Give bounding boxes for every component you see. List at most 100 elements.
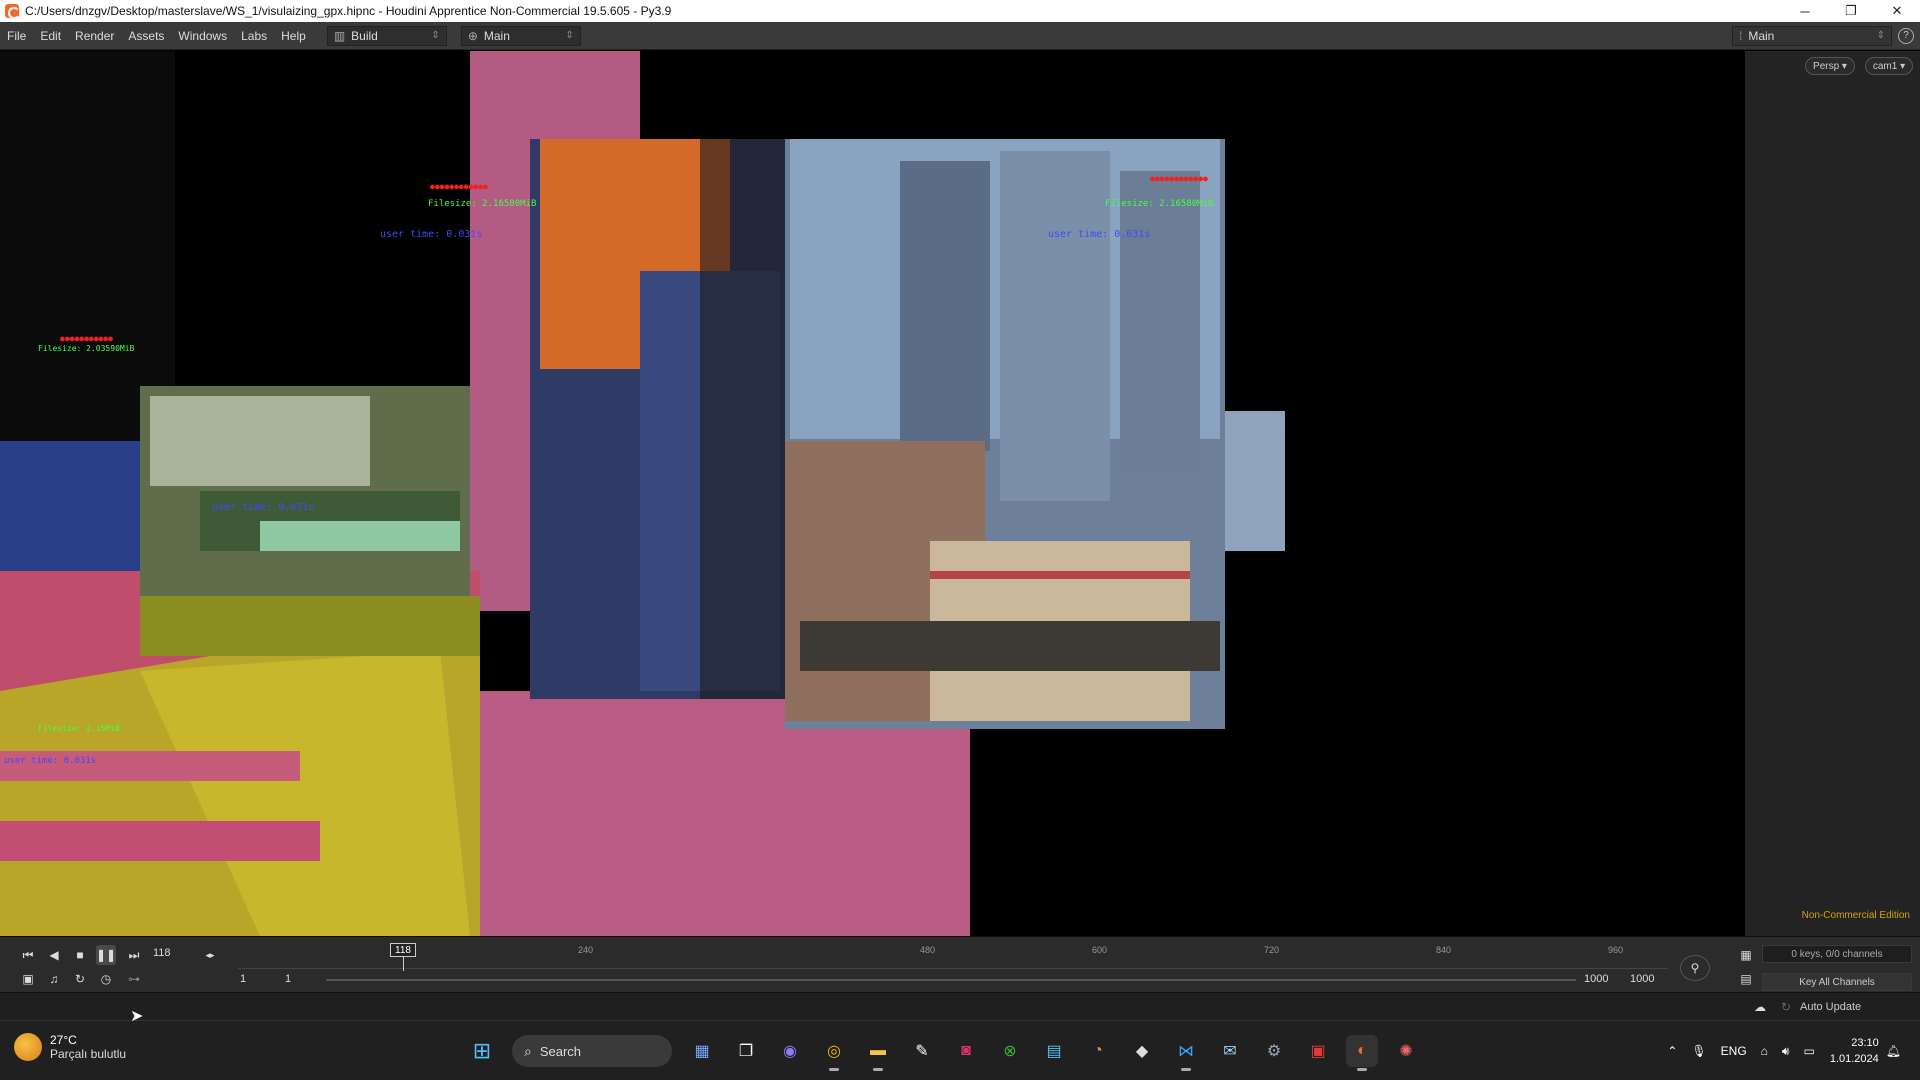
menu-help[interactable]: Help: [274, 29, 313, 43]
network-selector[interactable]: ⊕ Main ⇕: [460, 25, 581, 46]
weather-description: Parçalı bulutlu: [50, 1047, 127, 1061]
notification-bell-icon[interactable]: 🔔︎: [1886, 1044, 1901, 1058]
cam1-camera-button[interactable]: cam1 ▾: [1865, 57, 1913, 75]
tick-label: 840: [1436, 945, 1452, 955]
timeline-cursor[interactable]: 118: [390, 943, 416, 957]
task-view-icon[interactable]: ❐: [730, 1035, 762, 1067]
restore-button[interactable]: ❐: [1828, 0, 1874, 22]
menu-render[interactable]: Render: [68, 29, 121, 43]
tick-label: 480: [920, 945, 936, 955]
scene-viewport[interactable]: ●●●●●●●●●●●● ●●●●●●●●●●●● ●●●●●●●●●●● Fi…: [0, 51, 1745, 936]
svg-text:●●●●●●●●●●●●: ●●●●●●●●●●●●: [430, 182, 488, 191]
non-commercial-label: Non-Commercial Edition: [1801, 910, 1910, 921]
realtime-icon[interactable]: ▣: [18, 969, 38, 989]
xbox-icon[interactable]: ⊗: [994, 1035, 1026, 1067]
houdini-taskbar-icon[interactable]: ◐: [1346, 1035, 1378, 1071]
windows-start-icon[interactable]: ⊞: [466, 1035, 498, 1067]
network-icon[interactable]: ⌂: [1761, 1044, 1768, 1058]
overlay-user-time-left: user time: 0.031s: [212, 502, 315, 513]
range-start-field[interactable]: 1: [240, 973, 246, 985]
network-icon: ⊕: [467, 28, 478, 43]
desktop-selector[interactable]: ▥ Build ⇕: [326, 25, 447, 46]
widgets-icon[interactable]: ▦: [686, 1035, 718, 1067]
audio-icon[interactable]: ♫: [44, 969, 64, 989]
range-start-field-2[interactable]: 1: [285, 973, 291, 985]
range-slider[interactable]: [326, 979, 1576, 981]
settings-gear-icon[interactable]: ⚙: [1258, 1035, 1290, 1067]
inkscape-icon[interactable]: ✎: [906, 1035, 938, 1067]
pdf-reader-icon[interactable]: ▣: [1302, 1035, 1334, 1067]
viewport-render: ●●●●●●●●●●●● ●●●●●●●●●●●● ●●●●●●●●●●●: [0, 51, 1745, 936]
chevron-updown-icon: ⇕: [1876, 30, 1885, 41]
menu-assets[interactable]: Assets: [121, 29, 171, 43]
svg-text:●●●●●●●●●●●●: ●●●●●●●●●●●●: [1150, 174, 1208, 183]
timeline-ruler[interactable]: 240 480 600 720 840 960 118: [238, 943, 1668, 971]
key-icon[interactable]: ▤: [1736, 969, 1756, 989]
microphone-icon[interactable]: 🎙︎: [1691, 1044, 1706, 1058]
pause-icon[interactable]: ❚❚: [96, 945, 116, 965]
range-mode-icon[interactable]: ⊶: [124, 969, 144, 989]
houdini-app-icon: [5, 4, 20, 19]
minimize-button[interactable]: ─: [1782, 0, 1828, 22]
help-icon[interactable]: ?: [1898, 27, 1914, 44]
file-explorer-icon[interactable]: ▬: [862, 1035, 894, 1071]
clock-date: 1.01.2024: [1829, 1053, 1879, 1065]
step-prev-key-icon[interactable]: ◂▸: [200, 945, 220, 965]
language-indicator[interactable]: ENG: [1721, 1044, 1747, 1058]
tick-label: 720: [1264, 945, 1280, 955]
blender-icon[interactable]: ◔: [1082, 1035, 1114, 1067]
menu-edit[interactable]: Edit: [33, 29, 68, 43]
weather-sun-icon: [14, 1033, 42, 1061]
jump-to-end-icon[interactable]: ⏭: [124, 945, 144, 965]
menu-bar: File Edit Render Assets Windows Labs Hel…: [0, 22, 1920, 50]
search-icon: ⌕: [524, 1042, 532, 1059]
loop-icon[interactable]: ↻: [70, 969, 90, 989]
tick-label: 600: [1092, 945, 1108, 955]
channel-list-icon[interactable]: ▦: [1736, 945, 1756, 965]
notes-icon[interactable]: ▤: [1038, 1035, 1070, 1067]
windows-taskbar: 27°C Parçalı bulutlu ⊞ ⌕ Search ▦ ❐ ◉ ◎ …: [0, 1020, 1920, 1080]
clock-time: 23:10: [1851, 1037, 1879, 1049]
volume-icon[interactable]: 🔊︎: [1782, 1044, 1790, 1059]
davinci-icon[interactable]: ✺: [1390, 1035, 1422, 1067]
auto-update-button[interactable]: Auto Update: [1800, 998, 1910, 1016]
vscode-icon[interactable]: ⋈: [1170, 1035, 1202, 1071]
key-all-channels-button[interactable]: Key All Channels: [1762, 973, 1912, 991]
clock[interactable]: 23:10 1.01.2024: [1830, 1035, 1879, 1067]
teams-chat-icon[interactable]: ◉: [774, 1035, 806, 1067]
stop-icon[interactable]: ■: [70, 945, 90, 965]
menu-windows[interactable]: Windows: [171, 29, 234, 43]
range-end-field[interactable]: 1000: [1584, 973, 1608, 985]
chrome-icon[interactable]: ◎: [818, 1035, 850, 1071]
instagram-icon[interactable]: ◙: [950, 1035, 982, 1067]
overlay-filesize-center: Filesize: 2.16580MiB: [428, 199, 537, 209]
desktop-label: Build: [351, 28, 378, 43]
refresh-icon[interactable]: ↻: [1776, 997, 1796, 1017]
step-back-icon[interactable]: ◀: [44, 945, 64, 965]
range-end-field-2[interactable]: 1000: [1630, 973, 1654, 985]
taskbar-search[interactable]: ⌕ Search: [512, 1035, 672, 1067]
mouse-pointer-icon: ➤: [130, 1008, 144, 1025]
battery-icon[interactable]: ▭: [1803, 1044, 1814, 1058]
jump-to-start-icon[interactable]: ⏮: [18, 945, 38, 965]
mail-icon[interactable]: ✉: [1214, 1035, 1246, 1067]
clock-icon[interactable]: ◷: [96, 969, 116, 989]
menu-file[interactable]: File: [0, 29, 33, 43]
chevron-up-icon[interactable]: ⌃: [1667, 1044, 1677, 1058]
main-layout-selector[interactable]: ⁞ Main ⇕: [1732, 25, 1892, 46]
overlay-user-time-main: user time: 0.031s: [1048, 229, 1151, 240]
close-button[interactable]: ✕: [1874, 0, 1920, 22]
search-label: Search: [539, 1043, 582, 1059]
overlay-filesize-main: Filesize: 2.16580MiB: [1105, 199, 1214, 209]
unity-icon[interactable]: ◆: [1126, 1035, 1158, 1067]
chat-bubble-icon[interactable]: ☁: [1750, 997, 1770, 1017]
window-title: C:/Users/dnzgv/Desktop/masterslave/WS_1/…: [25, 4, 672, 18]
network-label: Main: [483, 28, 510, 43]
menu-labs[interactable]: Labs: [234, 29, 274, 43]
persp-camera-button[interactable]: Persp ▾: [1805, 57, 1855, 75]
current-frame-field[interactable]: 118: [153, 947, 171, 959]
layout-icon: ⁞: [1739, 28, 1743, 43]
weather-widget[interactable]: 27°C Parçalı bulutlu: [14, 1033, 126, 1061]
status-bar: ☁ ↻ Auto Update: [0, 992, 1920, 1020]
svg-text:●●●●●●●●●●●: ●●●●●●●●●●●: [60, 334, 113, 343]
